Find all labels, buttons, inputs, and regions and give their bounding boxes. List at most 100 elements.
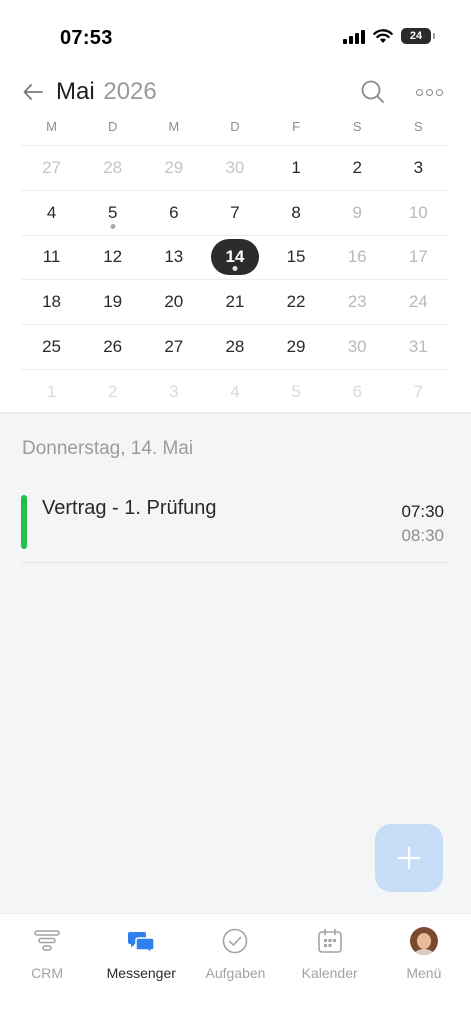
day-cell[interactable]: 26 [82,325,143,369]
day-number: 10 [408,202,428,222]
day-number: 26 [103,337,123,357]
day-cell[interactable]: 21 [204,280,265,324]
day-cell[interactable]: 4 [21,191,82,235]
add-event-button[interactable] [375,824,443,892]
weekday-label: D [107,119,118,134]
week-row: 1 2 3 4 5 6 7 [21,368,449,414]
back-arrow-icon[interactable] [18,78,48,106]
day-cell[interactable]: 2 [82,370,143,414]
day-number: 30 [225,157,245,177]
day-cell[interactable]: 15 [266,236,327,280]
day-cell[interactable]: 4 [204,370,265,414]
day-number: 24 [408,292,428,312]
week-row: 4 5 6 7 8 9 10 [21,189,449,235]
tab-label: Menü [406,965,442,981]
weekday-label: M [168,119,180,134]
event-color-bar [21,495,27,549]
status-icons: 24 [343,28,435,44]
day-cell[interactable]: 18 [21,280,82,324]
day-number: 28 [225,337,245,357]
day-cell[interactable]: 13 [143,236,204,280]
profile-avatar [409,927,438,955]
day-number: 5 [107,202,118,222]
day-cell[interactable]: 29 [266,325,327,369]
day-cell[interactable]: 20 [143,280,204,324]
day-cell[interactable]: 24 [388,280,449,324]
day-cell[interactable]: 11 [21,236,82,280]
wifi-icon [373,28,393,44]
weekday-row: M D M D F S S [21,119,449,134]
day-cell[interactable]: 25 [21,325,82,369]
tab-label: Aufgaben [205,965,266,981]
more-options-icon[interactable] [412,77,446,107]
day-number: 2 [352,157,362,177]
day-number: 12 [103,247,123,267]
month-title[interactable]: Mai 2026 [56,78,157,106]
day-cell[interactable]: 3 [388,146,449,190]
day-cell[interactable]: 31 [388,325,449,369]
day-cell[interactable]: 2 [327,146,388,190]
search-icon[interactable] [358,77,388,107]
agenda-date-heading: Donnerstag, 14. Mai [22,438,194,459]
tab-messenger[interactable]: Messenger [94,914,188,1024]
day-cell[interactable]: 7 [388,370,449,414]
day-number: 21 [225,292,245,312]
messenger-chat-icon [127,927,156,955]
day-cell[interactable]: 17 [388,236,449,280]
status-time: 07:53 [60,27,113,49]
day-cell[interactable]: 30 [327,325,388,369]
tab-label: Kalender [301,965,358,981]
day-cell[interactable]: 22 [266,280,327,324]
day-number: 19 [103,292,123,312]
day-number: 27 [164,337,184,357]
event-indicator-dot [110,223,116,229]
week-row: 27 28 29 30 1 2 3 [21,145,449,190]
day-cell[interactable]: 30 [204,146,265,190]
day-cell[interactable]: 1 [21,370,82,414]
day-number: 27 [42,157,62,177]
day-cell[interactable]: 8 [266,191,327,235]
day-number: 3 [413,157,424,177]
day-cell[interactable]: 10 [388,191,449,235]
day-number: 2 [107,381,118,401]
day-cell[interactable]: 28 [204,325,265,369]
avatar [409,927,438,955]
day-number: 6 [352,381,362,401]
week-row: 18 19 20 21 22 23 24 [21,279,449,324]
bottom-tab-bar: CRM Messenger Aufgaben Kalender Menü [0,913,471,1024]
day-number: 22 [286,292,306,312]
day-cell[interactable]: 6 [327,370,388,414]
month-grid: 27 28 29 30 1 2 3 4 5 6 7 8 9 10 11 12 1… [21,145,449,414]
day-cell[interactable]: 19 [82,280,143,324]
tab-crm[interactable]: CRM [0,914,94,1024]
selected-day-cell[interactable]: 14 [204,236,265,280]
day-cell[interactable]: 16 [327,236,388,280]
day-cell[interactable]: 12 [82,236,143,280]
tab-kalender[interactable]: Kalender [283,914,377,1024]
day-cell[interactable]: 7 [204,191,265,235]
day-cell[interactable]: 28 [82,146,143,190]
day-cell[interactable]: 23 [327,280,388,324]
plus-icon [397,846,421,870]
day-cell[interactable]: 27 [143,325,204,369]
day-number: 25 [42,337,62,357]
day-cell[interactable]: 1 [266,146,327,190]
week-row: 11 12 13 14 15 16 17 [21,234,449,280]
day-cell[interactable]: 3 [143,370,204,414]
event-indicator-dot [232,266,238,272]
day-cell[interactable]: 5 [266,370,327,414]
cellular-signal-icon [343,28,365,44]
day-number: 29 [164,157,184,177]
weekday-label: S [352,119,362,134]
day-cell[interactable]: 6 [143,191,204,235]
weekday-label: S [413,119,423,134]
day-cell[interactable]: 27 [21,146,82,190]
day-cell[interactable]: 29 [143,146,204,190]
event-item[interactable]: Vertrag - 1. Prüfung 07:30 08:30 [21,493,449,563]
day-number: 9 [352,202,362,222]
month-name: Mai [56,78,95,105]
day-cell[interactable]: 5 [82,191,143,235]
tab-aufgaben[interactable]: Aufgaben [188,914,282,1024]
day-cell[interactable]: 9 [327,191,388,235]
tab-menu[interactable]: Menü [377,914,471,1024]
